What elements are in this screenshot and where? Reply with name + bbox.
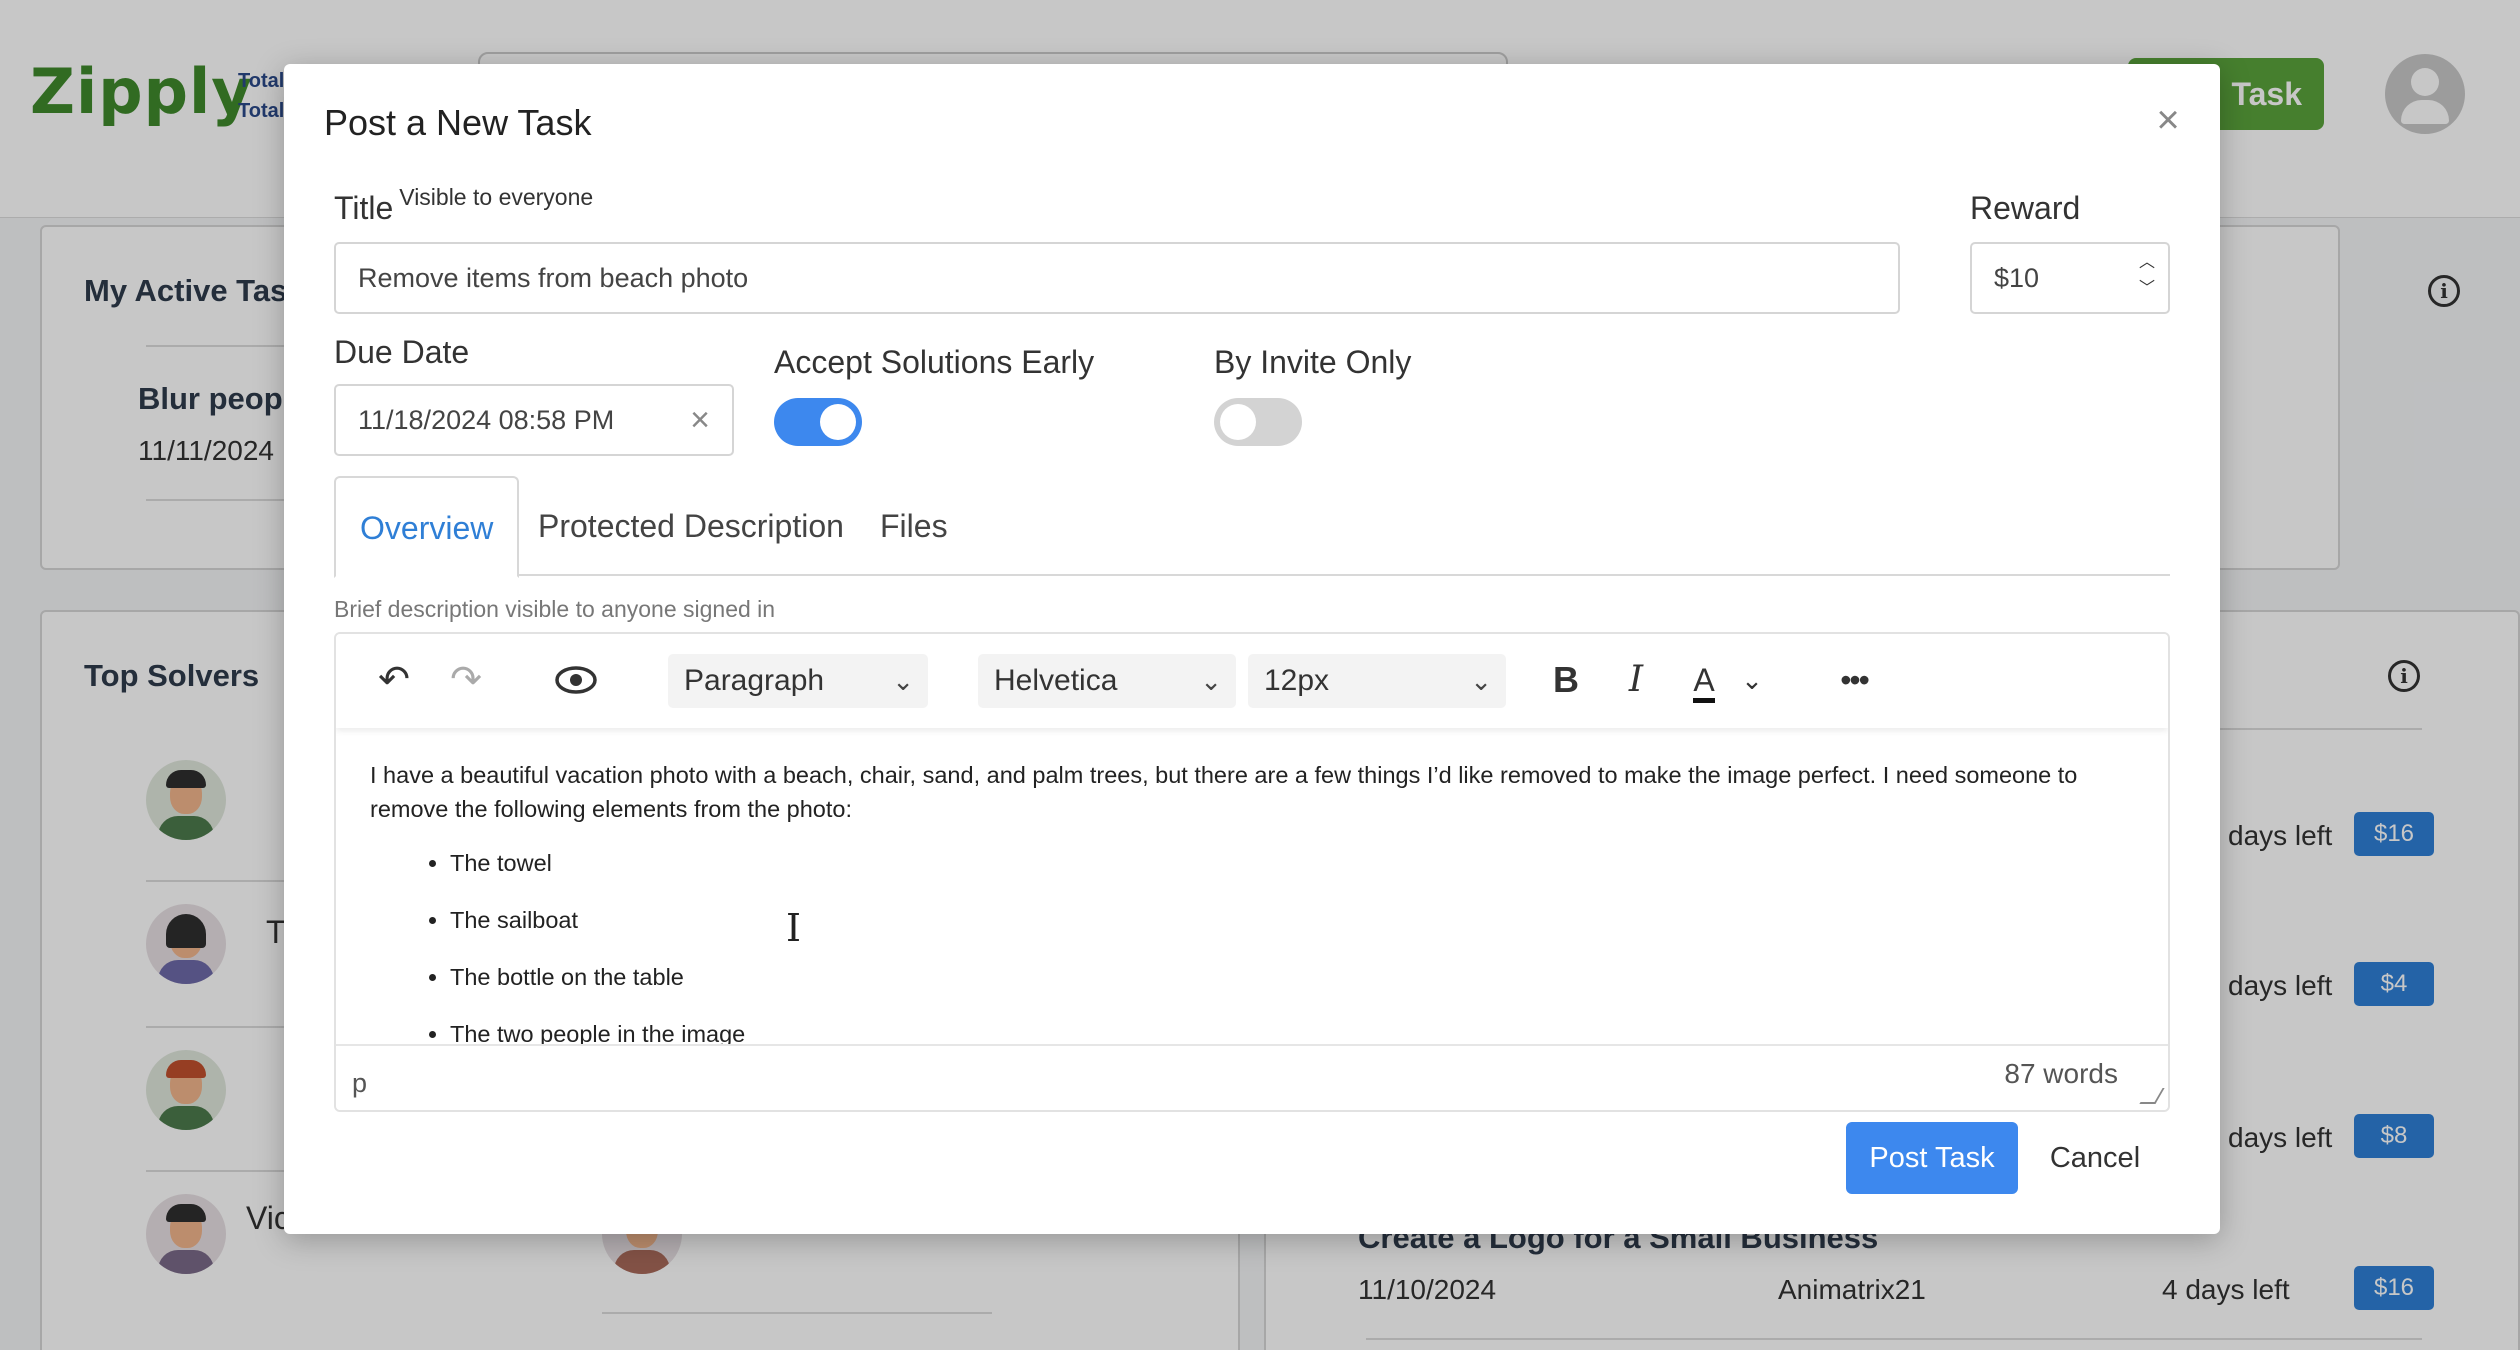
bold-icon[interactable]: B xyxy=(1544,658,1588,702)
title-label-text: Title xyxy=(334,190,394,226)
block-format-value: Paragraph xyxy=(684,664,825,697)
word-count[interactable]: 87 words xyxy=(2004,1058,2118,1090)
editor-toolbar: ↶ ↷ Paragraph ⌄ Helvetica ⌄ 12px ⌄ B I A ⌄ … xyxy=(336,634,2168,728)
due-date-label: Due Date xyxy=(334,334,470,370)
invite-only-toggle[interactable] xyxy=(1214,398,1302,446)
font-size-value: 12px xyxy=(1264,664,1330,697)
rich-text-editor: ↶ ↷ Paragraph ⌄ Helvetica ⌄ 12px ⌄ B I A ⌄ … xyxy=(334,632,2170,1112)
font-size-select[interactable]: 12px ⌄ xyxy=(1248,654,1506,708)
tab-files[interactable]: Files xyxy=(856,476,972,576)
due-date-input[interactable]: 11/18/2024 08:58 PM × xyxy=(334,384,734,456)
reward-stepper[interactable]: ︿ ﹀ xyxy=(2136,250,2158,306)
title-label: Title Visible to everyone xyxy=(334,184,593,227)
removal-list: The towel The sailboat The bottle on the… xyxy=(370,846,2134,1051)
italic-icon[interactable]: I xyxy=(1614,658,1658,702)
resize-handle-icon[interactable] xyxy=(2139,1088,2165,1104)
redo-icon[interactable]: ↷ xyxy=(444,658,488,702)
due-date-value: 11/18/2024 08:58 PM xyxy=(358,405,615,435)
text-cursor-icon: I xyxy=(786,906,802,950)
modal-title: Post a New Task xyxy=(324,102,592,143)
list-item: The towel xyxy=(450,846,2134,880)
accept-early-label: Accept Solutions Early xyxy=(774,344,1095,380)
preview-eye-icon[interactable] xyxy=(554,658,598,702)
editor-statusbar: p 87 words xyxy=(336,1044,2168,1110)
invite-only-label: By Invite Only xyxy=(1214,344,1412,380)
tab-overview[interactable]: Overview xyxy=(334,476,520,578)
chevron-down-icon: ⌄ xyxy=(1470,666,1492,696)
stepper-up-icon[interactable]: ︿ xyxy=(2136,250,2158,276)
close-icon[interactable]: × xyxy=(2148,100,2188,140)
chevron-down-icon[interactable]: ⌄ xyxy=(1730,658,1774,702)
post-task-modal: Post a New Task × Title Visible to everyo… xyxy=(284,64,2220,1234)
cancel-button[interactable]: Cancel xyxy=(2040,1122,2150,1194)
tab-protected-description[interactable]: Protected Description xyxy=(514,476,868,576)
description-tabs: Overview Protected Description Files xyxy=(334,476,2170,578)
font-family-value: Helvetica xyxy=(994,664,1118,697)
reward-label: Reward xyxy=(1970,190,2081,226)
text-color-icon[interactable]: A xyxy=(1682,658,1726,703)
chevron-down-icon: ⌄ xyxy=(1200,666,1222,696)
list-item: The sailboat xyxy=(450,903,2134,937)
more-options-icon[interactable]: ••• xyxy=(1832,658,1876,702)
chevron-down-icon: ⌄ xyxy=(892,666,914,696)
title-visibility-note: Visible to everyone xyxy=(399,184,594,210)
accept-early-toggle[interactable] xyxy=(774,398,862,446)
reward-input[interactable]: $10 ︿ ﹀ xyxy=(1970,242,2170,314)
editor-content-area[interactable]: I have a beautiful vacation photo with a… xyxy=(336,728,2168,1047)
clear-date-icon[interactable]: × xyxy=(690,386,710,454)
font-family-select[interactable]: Helvetica ⌄ xyxy=(978,654,1236,708)
list-item: The bottle on the table xyxy=(450,960,2134,994)
reward-value: $10 xyxy=(1994,263,2040,293)
element-path[interactable]: p xyxy=(352,1068,367,1099)
toggle-knob xyxy=(1220,404,1256,440)
post-task-button[interactable]: Post Task xyxy=(1846,1122,2018,1194)
description-hint: Brief description visible to anyone sign… xyxy=(334,596,776,622)
stepper-down-icon[interactable]: ﹀ xyxy=(2136,276,2158,302)
undo-icon[interactable]: ↶ xyxy=(372,658,416,702)
description-paragraph: I have a beautiful vacation photo with a… xyxy=(370,762,2078,822)
block-format-select[interactable]: Paragraph ⌄ xyxy=(668,654,928,708)
toggle-knob xyxy=(820,404,856,440)
title-input[interactable]: Remove items from beach photo xyxy=(334,242,1900,314)
